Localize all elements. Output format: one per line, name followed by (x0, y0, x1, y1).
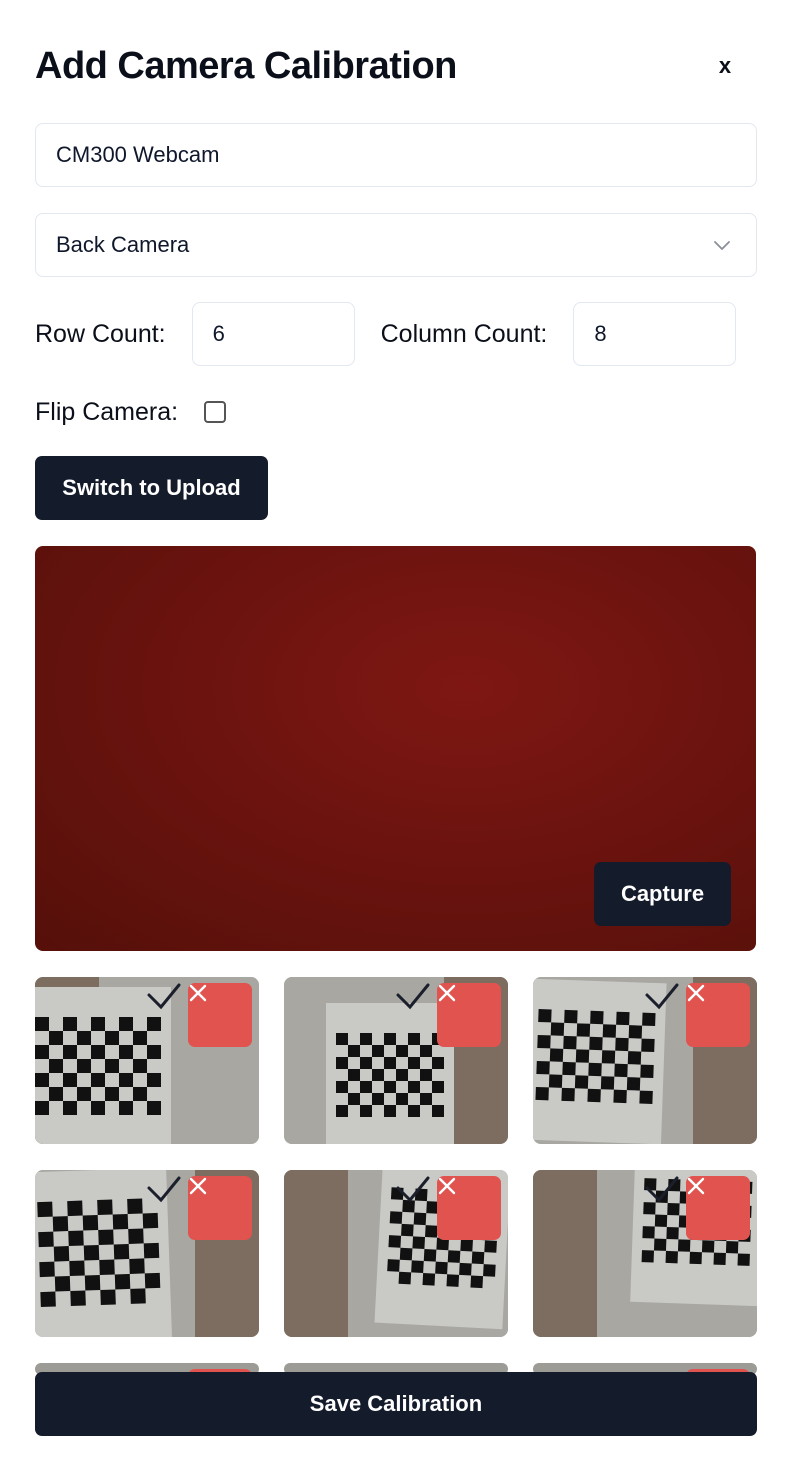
calibration-dialog: Add Camera Calibration x Back Camera Row… (0, 0, 786, 1472)
flip-camera-label: Flip Camera: (35, 397, 179, 426)
row-count-field[interactable] (191, 302, 355, 366)
column-count-label: Column Count: (380, 319, 548, 348)
captured-image (533, 1170, 757, 1337)
close-icon (438, 984, 456, 1002)
chevron-down-icon (714, 241, 730, 250)
captured-image (284, 977, 508, 1144)
grid-size-row: Row Count: Column Count: (35, 302, 757, 366)
close-icon (687, 1177, 705, 1195)
captured-image (533, 977, 757, 1144)
delete-image-button[interactable] (686, 1176, 750, 1240)
flip-camera-row: Flip Camera: (35, 392, 227, 432)
row-count-input[interactable] (212, 321, 334, 347)
dialog-header: Add Camera Calibration x (35, 40, 757, 92)
delete-image-button[interactable] (686, 983, 750, 1047)
capture-button[interactable]: Capture (594, 862, 731, 926)
delete-image-button[interactable] (437, 1176, 501, 1240)
camera-name-input[interactable] (56, 142, 736, 168)
delete-image-button[interactable] (188, 983, 252, 1047)
close-icon (189, 1177, 207, 1195)
dialog-title: Add Camera Calibration (35, 44, 457, 87)
camera-preview: Capture (35, 546, 756, 951)
close-icon (687, 984, 705, 1002)
close-icon (189, 984, 207, 1002)
column-count-input[interactable] (594, 321, 716, 347)
close-icon (438, 1177, 456, 1195)
camera-name-field[interactable] (35, 123, 757, 187)
camera-select[interactable]: Back Camera (35, 213, 757, 277)
flip-camera-checkbox[interactable] (204, 401, 227, 423)
column-count-field[interactable] (573, 302, 737, 366)
camera-select-value: Back Camera (56, 232, 190, 257)
captured-image (35, 977, 259, 1144)
delete-image-button[interactable] (188, 1176, 252, 1240)
captured-image (35, 1170, 259, 1337)
save-calibration-button[interactable]: Save Calibration (35, 1372, 757, 1436)
delete-image-button[interactable] (437, 983, 501, 1047)
close-button[interactable]: x (705, 46, 745, 86)
row-count-label: Row Count: (35, 319, 166, 348)
switch-to-upload-button[interactable]: Switch to Upload (35, 456, 268, 520)
captured-image (284, 1170, 508, 1337)
